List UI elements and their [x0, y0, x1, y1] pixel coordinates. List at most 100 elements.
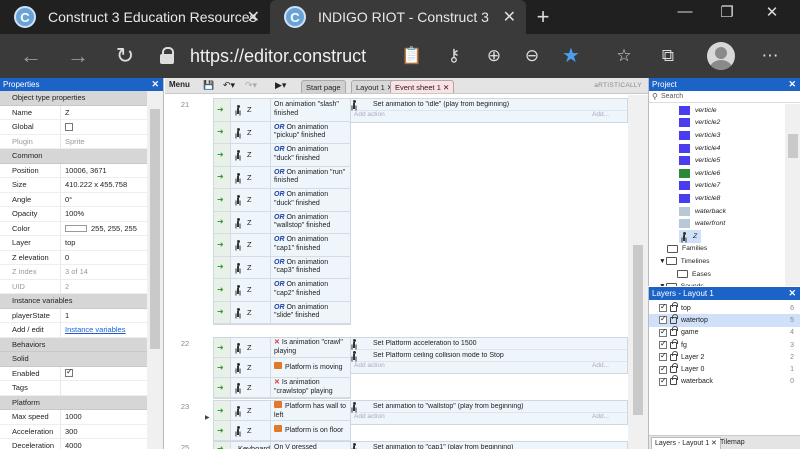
properties-scrollbar[interactable]	[147, 91, 163, 449]
condition-grip-icon[interactable]	[214, 401, 231, 420]
property-value[interactable]: 1000	[60, 410, 147, 424]
condition-grip-icon[interactable]	[214, 99, 231, 121]
project-folder[interactable]: Families	[649, 243, 785, 256]
visibility-checkbox[interactable]	[659, 302, 667, 313]
condition-grip-icon[interactable]	[214, 442, 231, 449]
add-action-link[interactable]: Add action Add...	[351, 413, 627, 424]
forward-arrow-icon[interactable]: →	[63, 42, 93, 70]
condition-grip-icon[interactable]	[214, 256, 231, 278]
tab-layers[interactable]: Layers - Layout 1 ✕	[651, 437, 721, 449]
key-icon[interactable]: ⚷	[441, 44, 467, 68]
favorite-star-icon[interactable]: ★	[558, 44, 584, 68]
condition-row[interactable]: Z OR On animation "cap2" finished	[214, 279, 350, 302]
visibility-checkbox[interactable]	[659, 351, 667, 362]
action-row[interactable]: Set Platform acceleration to 1500	[351, 338, 627, 350]
layer-row[interactable]: Layer 2 2	[649, 350, 800, 363]
project-folder[interactable]: Eases	[649, 268, 785, 281]
condition-row[interactable]: Z OR On animation "run" finished	[214, 166, 350, 189]
condition-row[interactable]: Z OR On animation "duck" finished	[214, 144, 350, 167]
property-value[interactable]: 0	[60, 250, 147, 264]
color-swatch[interactable]	[65, 224, 87, 232]
condition-grip-icon[interactable]	[214, 301, 231, 323]
condition-grip-icon[interactable]	[214, 144, 231, 166]
property-value[interactable]: 10006, 3671	[60, 163, 147, 177]
condition-row[interactable]: Z Platform is moving	[214, 358, 350, 378]
add-action-link[interactable]: Add action Add...	[351, 362, 627, 373]
tab-close-icon[interactable]: ✕	[503, 7, 516, 27]
condition-grip-icon[interactable]	[214, 338, 231, 357]
property-section[interactable]: Common	[0, 149, 147, 164]
action-row[interactable]: Set animation to "idle" (play from begin…	[351, 99, 627, 111]
condition-grip-icon[interactable]	[214, 378, 231, 397]
property-section[interactable]: Instance variables	[0, 294, 147, 309]
property-value[interactable]: 4000	[60, 439, 147, 449]
condition-grip-icon[interactable]	[214, 121, 231, 143]
close-icon[interactable]: ✕	[788, 78, 796, 91]
profile-avatar[interactable]	[707, 42, 735, 70]
visibility-checkbox[interactable]	[659, 376, 667, 386]
condition-grip-icon[interactable]	[214, 234, 231, 256]
project-item[interactable]: verticle2	[649, 117, 785, 130]
property-value[interactable]: 2	[60, 279, 147, 293]
property-section[interactable]: Object type properties	[0, 91, 147, 106]
project-folder[interactable]: ▼ Sounds	[649, 280, 785, 286]
expand-arrow-icon[interactable]: ▶	[205, 414, 210, 421]
condition-grip-icon[interactable]	[214, 421, 231, 440]
play-icon[interactable]: ▶▾	[275, 80, 286, 91]
new-tab-icon[interactable]: +	[530, 4, 556, 30]
project-item[interactable]: verticle3	[649, 129, 785, 142]
window-close-icon[interactable]: ✕	[757, 3, 787, 21]
close-icon[interactable]: ✕	[151, 78, 159, 91]
condition-row[interactable]: Z OR On animation "wallstop" finished	[214, 211, 350, 234]
collections-icon[interactable]: ⧉	[655, 44, 681, 68]
lock-icon[interactable]	[670, 375, 678, 386]
save-icon[interactable]: 💾	[203, 80, 214, 91]
lock-icon[interactable]	[670, 338, 678, 349]
lock-icon[interactable]	[670, 301, 678, 312]
restore-icon[interactable]: ❐	[712, 3, 742, 21]
property-value[interactable]: top	[60, 236, 147, 250]
condition-row[interactable]: Z OR On animation "duck" finished	[214, 189, 350, 212]
condition-row[interactable]: Z OR On animation "pickup" finished	[214, 121, 350, 144]
property-checkbox[interactable]	[65, 122, 73, 131]
condition-row[interactable]: Z ✕Is animation "crawl" playing	[214, 338, 350, 358]
project-search-input[interactable]: Search	[649, 91, 800, 103]
condition-grip-icon[interactable]	[214, 211, 231, 233]
condition-row[interactable]: Z Platform is on floor	[214, 421, 350, 441]
project-item[interactable]: waterback	[649, 205, 785, 218]
action-row[interactable]: Set animation to "cap1" (play from begin…	[351, 442, 627, 449]
condition-row[interactable]: Z ✕Is animation "crawlstop" playing	[214, 378, 350, 398]
project-item[interactable]: verticle4	[649, 142, 785, 155]
layer-row[interactable]: top 6	[649, 301, 800, 314]
lock-icon[interactable]	[670, 326, 678, 337]
event-scrollbar[interactable]	[628, 95, 648, 449]
close-icon[interactable]: ✕	[788, 287, 796, 300]
clipboard-icon[interactable]: 📋	[399, 44, 425, 68]
project-item[interactable]: verticle5	[649, 154, 785, 167]
zoom-in-icon[interactable]: ⊕	[481, 44, 507, 68]
browser-tab-indigo-riot[interactable]: C INDIGO RIOT - Construct 3 ✕	[270, 0, 526, 34]
close-icon[interactable]: ✕	[443, 83, 449, 92]
lock-icon[interactable]	[670, 350, 678, 361]
condition-grip-icon[interactable]	[214, 279, 231, 301]
lock-icon[interactable]	[670, 313, 678, 324]
condition-grip-icon[interactable]	[214, 166, 231, 188]
project-item[interactable]: Z	[679, 229, 701, 243]
layer-row[interactable]: Layer 0 1	[649, 363, 800, 375]
redo-icon[interactable]: ↷▾	[245, 80, 257, 91]
visibility-checkbox[interactable]	[659, 339, 667, 350]
property-value[interactable]: Z	[60, 105, 147, 119]
tab-start-page[interactable]: Start page	[301, 80, 346, 93]
property-value[interactable]	[60, 381, 147, 395]
layer-row[interactable]: game 4	[649, 326, 800, 339]
lock-icon[interactable]	[670, 363, 678, 374]
property-value[interactable]	[60, 120, 147, 134]
condition-row[interactable]: KeyboardOn V pressed	[214, 442, 350, 449]
property-checkbox[interactable]	[65, 367, 73, 378]
property-value[interactable]: 100%	[60, 207, 147, 221]
menu-button[interactable]: Menu	[169, 80, 190, 89]
property-section[interactable]: Platform	[0, 395, 147, 410]
visibility-checkbox[interactable]	[659, 314, 667, 325]
refresh-icon[interactable]: ↻	[110, 42, 140, 70]
project-item[interactable]: verticle8	[649, 192, 785, 205]
